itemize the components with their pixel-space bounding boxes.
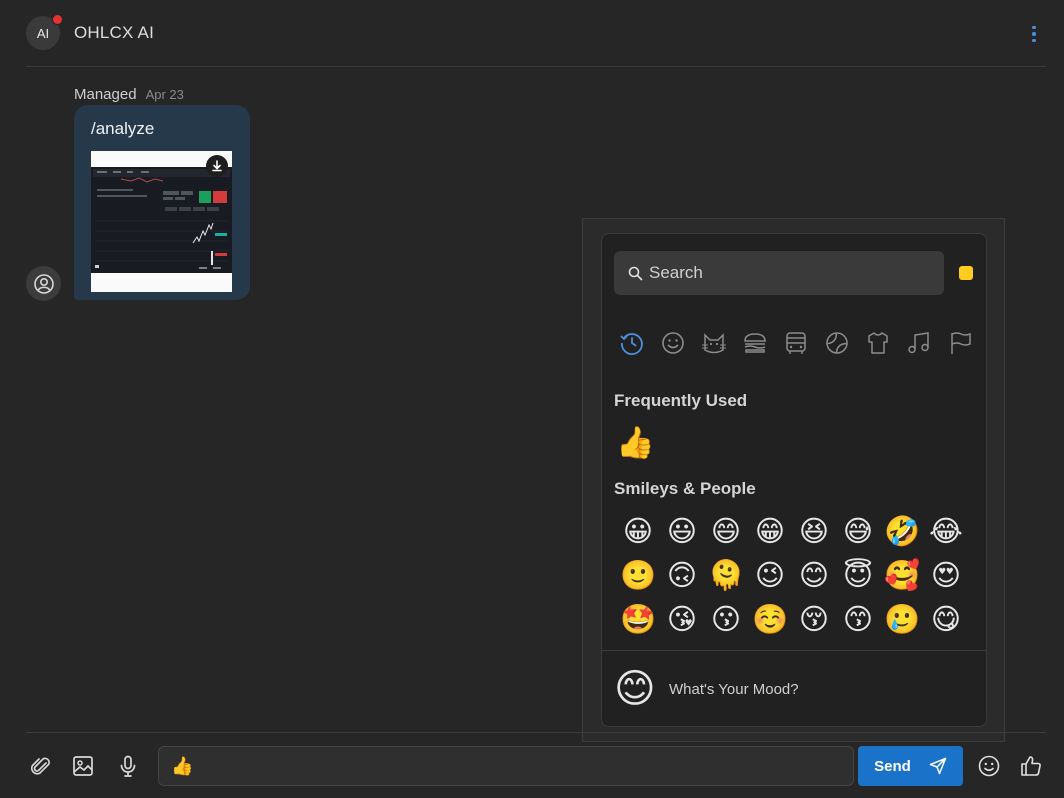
send-icon	[929, 757, 947, 775]
emoji-item[interactable]: 🤣	[880, 510, 924, 554]
message-meta: Managed Apr 23	[74, 86, 184, 103]
travel-icon[interactable]	[780, 327, 812, 359]
emoji-item[interactable]: 😚	[792, 598, 836, 642]
emoji-item[interactable]: 🙂	[616, 554, 660, 598]
emoji-icon[interactable]	[975, 752, 1003, 780]
ai-avatar[interactable]: AI	[26, 14, 63, 50]
mood-preview-bar: 😊 What's Your Mood?	[602, 650, 986, 726]
emoji-item[interactable]: 😃	[660, 510, 704, 554]
recent-icon[interactable]	[616, 327, 648, 359]
emoji-grid-viewport: 😀 😃 😄 😁 😆 😅 🤣 😂 🙂 🙃 🫠 😉 😊 😇 🥰 😍 🤩 😘 😗 ☺️ 😚 😙 🥲 😋	[602, 510, 986, 650]
frequent-emoji-thumbs-up[interactable]: 👍	[616, 423, 655, 463]
emoji-picker-popover: Frequently Used 👍 Smileys & People 😀😃😄😁😆…	[582, 218, 1005, 742]
symbols-icon[interactable]	[903, 327, 935, 359]
paperclip-icon[interactable]	[27, 752, 55, 780]
kebab-vertical-icon[interactable]	[1024, 22, 1044, 46]
thumbnail-chart-preview	[91, 167, 232, 273]
emoji-item[interactable]: 😙	[836, 598, 880, 642]
activity-icon[interactable]	[821, 327, 853, 359]
animal-icon[interactable]	[698, 327, 730, 359]
message-input-value: 👍	[171, 755, 194, 776]
composer-divider	[26, 732, 1046, 733]
emoji-item[interactable]: 😋	[924, 598, 968, 642]
avatar-text: AI	[36, 25, 50, 41]
attachment-thumbnail[interactable]	[91, 151, 232, 292]
emoji-category-tabs	[616, 327, 976, 363]
emoji-item[interactable]: 😄	[704, 510, 748, 554]
search-icon	[628, 266, 643, 280]
skin-tone-selector[interactable]	[959, 266, 973, 280]
emoji-item[interactable]: 😇	[836, 554, 880, 598]
send-label: Send	[874, 757, 911, 775]
objects-icon[interactable]	[862, 327, 894, 359]
food-icon[interactable]	[739, 327, 771, 359]
emoji-item[interactable]: 😅	[836, 510, 880, 554]
emoji-item[interactable]: 😊	[792, 554, 836, 598]
emoji-item[interactable]: ☺️	[748, 598, 792, 642]
emoji-item[interactable]: 😁	[748, 510, 792, 554]
emoji-item[interactable]: 🥲	[880, 598, 924, 642]
send-button[interactable]: Send	[858, 746, 963, 786]
emoji-item[interactable]: 🙃	[660, 554, 704, 598]
emoji-item[interactable]: 😘	[660, 598, 704, 642]
emoji-item[interactable]: 😍	[924, 554, 968, 598]
emoji-search-input[interactable]	[649, 263, 919, 283]
emoji-item[interactable]: 😗	[704, 598, 748, 642]
message-date: Apr 23	[145, 87, 184, 102]
emoji-item[interactable]: 🤩	[616, 598, 660, 642]
emoji-item[interactable]: 😀	[616, 510, 660, 554]
mood-text: What's Your Mood?	[669, 681, 799, 698]
emoji-grid: 😀 😃 😄 😁 😆 😅 🤣 😂 🙂 🙃 🫠 😉 😊 😇 🥰 😍 🤩 😘 😗 ☺️ 😚 😙 🥲 😋	[616, 510, 976, 642]
emoji-picker: Frequently Used 👍 Smileys & People 😀😃😄😁😆…	[601, 233, 987, 727]
smileys-people-title: Smileys & People	[614, 479, 756, 498]
emoji-search[interactable]	[614, 251, 944, 295]
smiley-icon[interactable]	[657, 327, 689, 359]
emoji-item[interactable]: 🫠	[704, 554, 748, 598]
message-text: /analyze	[91, 119, 155, 138]
emoji-item[interactable]: 😆	[792, 510, 836, 554]
flags-icon[interactable]	[944, 327, 976, 359]
download-icon[interactable]	[206, 155, 228, 177]
message-input[interactable]: 👍	[158, 746, 854, 786]
user-avatar-icon[interactable]	[26, 266, 61, 301]
message-bubble: /analyze	[74, 105, 250, 300]
chat-title: OHLCX AI	[74, 23, 155, 42]
mood-emoji: 😊	[614, 667, 656, 711]
message-sender: Managed	[74, 86, 137, 103]
microphone-icon[interactable]	[114, 752, 142, 780]
image-icon[interactable]	[69, 752, 97, 780]
emoji-item[interactable]: 😉	[748, 554, 792, 598]
notification-dot	[52, 14, 63, 25]
emoji-item[interactable]: 😂	[924, 510, 968, 554]
thumbs-up-icon[interactable]	[1017, 752, 1045, 780]
chat-header: AI OHLCX AI	[26, 0, 1046, 67]
frequently-used-title: Frequently Used	[614, 391, 748, 410]
emoji-item[interactable]: 🥰	[880, 554, 924, 598]
